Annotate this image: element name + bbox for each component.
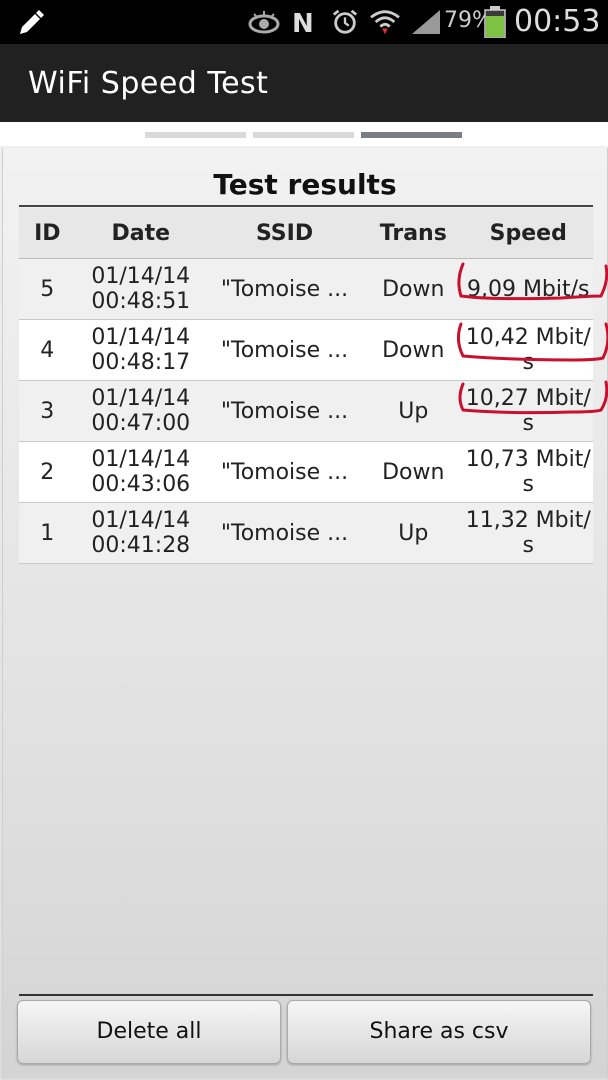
divider (19, 205, 593, 207)
table-row[interactable]: 3 01/14/14 00:47:00 "Tomoise ... Up 10,27… (19, 380, 593, 442)
cell-trans: Down (363, 319, 464, 381)
alarm-icon (332, 9, 358, 34)
results-table: ID Date SSID Trans Speed 5 01/14/14 00:48… (19, 208, 593, 564)
table-row[interactable]: 2 01/14/14 00:43:06 "Tomoise ... Down 10,… (19, 441, 593, 503)
tab-1[interactable] (145, 132, 246, 138)
cell-id: 5 (19, 258, 76, 320)
share-csv-button[interactable]: Share as csv (287, 1000, 591, 1064)
cell-ssid: "Tomoise ... (205, 319, 364, 381)
column-header-speed[interactable]: Speed (463, 208, 593, 259)
cell-date: 01/14/14 00:48:51 (75, 258, 206, 320)
page-indicator (0, 122, 608, 146)
clock: 00:53 (514, 4, 601, 39)
speed-text: 10,42 Mbit/ (465, 325, 591, 350)
time-text: 00:48:51 (91, 289, 191, 314)
speed-text-cont: s (522, 472, 534, 497)
edit-icon (20, 10, 44, 34)
column-header-date[interactable]: Date (75, 208, 206, 259)
cell-ssid: "Tomoise ... (205, 502, 364, 564)
main-content: Test results ID Date SSID Trans Speed 5 … (0, 146, 608, 1080)
time-text: 00:41:28 (91, 533, 191, 558)
table-header-row: ID Date SSID Trans Speed (19, 208, 593, 259)
cell-id: 4 (19, 319, 76, 381)
date-text: 01/14/14 (91, 325, 191, 350)
table-row[interactable]: 1 01/14/14 00:41:28 "Tomoise ... Up 11,32… (19, 502, 593, 564)
speed-text-cont: s (522, 533, 534, 558)
cell-ssid: "Tomoise ... (205, 441, 364, 503)
speed-text: 9,09 Mbit/s (466, 276, 590, 302)
date-text: 01/14/14 (91, 264, 191, 289)
results-panel: Test results ID Date SSID Trans Speed 5 … (2, 148, 608, 1078)
status-bar: N 79% 00:53 (0, 0, 608, 44)
cell-speed: 9,09 Mbit/s (463, 258, 593, 320)
action-bar: WiFi Speed Test (0, 44, 608, 122)
cell-date: 01/14/14 00:41:28 (75, 502, 206, 564)
speed-text-cont: s (522, 350, 534, 375)
wifi-icon (370, 10, 400, 35)
cell-date: 01/14/14 00:47:00 (75, 380, 206, 442)
n-icon: N (292, 9, 314, 36)
cell-trans: Up (363, 380, 464, 442)
tab-2[interactable] (253, 132, 354, 138)
cell-date: 01/14/14 00:48:17 (75, 319, 206, 381)
results-title: Test results (213, 168, 397, 201)
app-title: WiFi Speed Test (28, 66, 269, 101)
cell-ssid: "Tomoise ... (205, 380, 364, 442)
column-header-trans[interactable]: Trans (363, 208, 464, 259)
signal-icon (412, 10, 440, 34)
speed-text-cont: s (522, 411, 534, 436)
battery-icon (484, 6, 506, 38)
date-text: 01/14/14 (91, 386, 191, 411)
cell-trans: Up (363, 502, 464, 564)
cell-id: 2 (19, 441, 76, 503)
table-row[interactable]: 5 01/14/14 00:48:51 "Tomoise ... Down 9,0… (19, 258, 593, 320)
column-header-id[interactable]: ID (19, 208, 76, 259)
cell-ssid: "Tomoise ... (205, 258, 364, 320)
cell-id: 3 (19, 380, 76, 442)
delete-all-button[interactable]: Delete all (17, 1000, 281, 1064)
time-text: 00:47:00 (91, 411, 191, 436)
cell-speed: 10,27 Mbit/s (463, 380, 593, 442)
cell-id: 1 (19, 502, 76, 564)
cell-speed: 10,73 Mbit/s (463, 441, 593, 503)
cell-speed: 10,42 Mbit/s (463, 319, 593, 381)
svg-text:N: N (292, 9, 314, 36)
speed-text: 11,32 Mbit/ (465, 508, 591, 533)
table-row[interactable]: 4 01/14/14 00:48:17 "Tomoise ... Down 10,… (19, 319, 593, 381)
cell-trans: Down (363, 258, 464, 320)
speed-text: 10,27 Mbit/ (465, 386, 591, 411)
column-header-ssid[interactable]: SSID (205, 208, 364, 259)
time-text: 00:43:06 (91, 472, 191, 497)
cell-speed: 11,32 Mbit/s (463, 502, 593, 564)
date-text: 01/14/14 (91, 508, 191, 533)
divider (19, 994, 593, 996)
speed-text: 10,73 Mbit/ (465, 447, 591, 472)
tab-3[interactable] (361, 132, 462, 138)
cell-trans: Down (363, 441, 464, 503)
date-text: 01/14/14 (91, 447, 191, 472)
time-text: 00:48:17 (91, 350, 191, 375)
eye-icon (248, 11, 280, 34)
cell-date: 01/14/14 00:43:06 (75, 441, 206, 503)
